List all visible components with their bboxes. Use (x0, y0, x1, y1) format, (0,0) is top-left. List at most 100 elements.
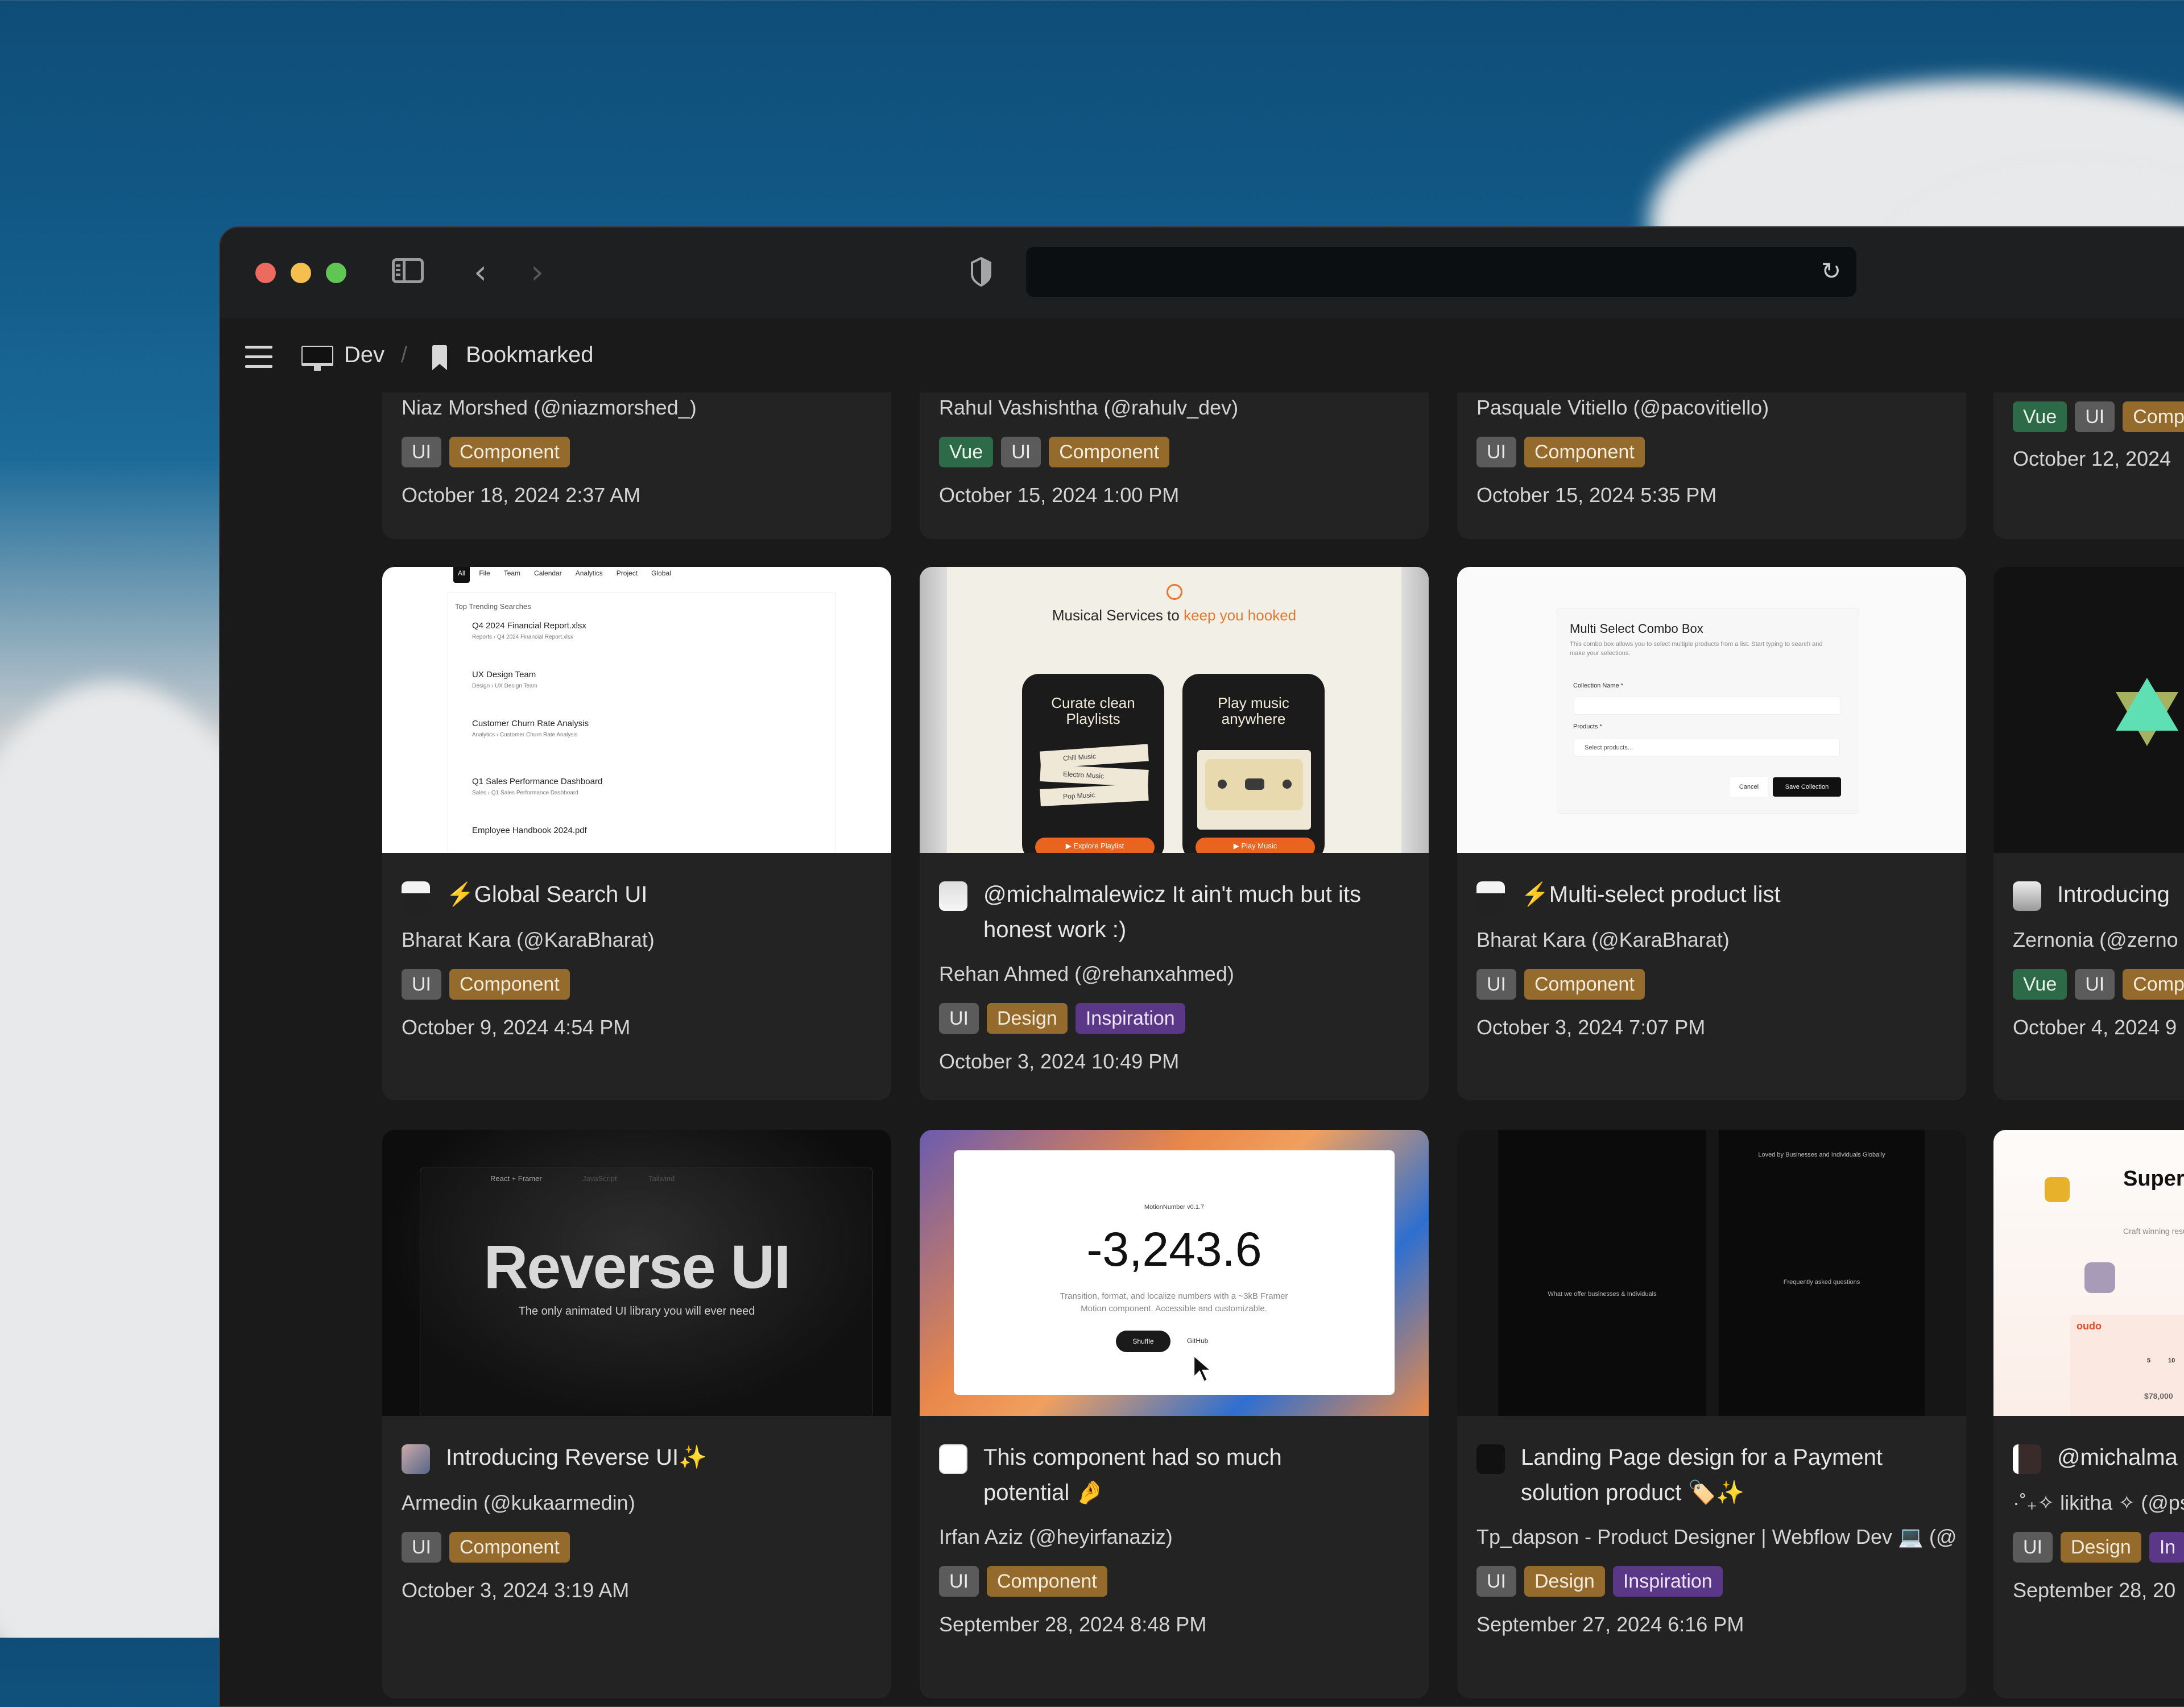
bookmark-card[interactable]: Introducing Zernonia (@zerno Vue UI Comp… (1993, 567, 2184, 1100)
tag-component[interactable]: Component (449, 437, 570, 467)
tag-ui[interactable]: UI (402, 969, 441, 1000)
tag-component[interactable]: Component (449, 969, 570, 1000)
tag-component[interactable]: Component (2123, 969, 2184, 1000)
tag-component[interactable]: Component (1524, 437, 1645, 467)
tag-vue[interactable]: Vue (939, 437, 994, 467)
thumb-item: Customer Churn Rate Analysis (472, 719, 589, 728)
author-avatar (402, 881, 430, 911)
thumb-description: This combo box allows you to select mult… (1570, 641, 1823, 657)
bookmark-card[interactable]: Vue UI Component October 12, 2024 (1993, 392, 2184, 539)
thumb-heading: Multi Select Combo Box (1570, 622, 1703, 636)
star-graphic (2116, 678, 2178, 746)
bookmark-card[interactable]: Multi Select Combo Box This combo box al… (1457, 567, 1966, 1100)
card-date: September 28, 2024 8:48 PM (939, 1613, 1207, 1636)
thumb-tab: JavaScript (582, 1174, 617, 1183)
author-avatar (1476, 881, 1505, 911)
author-avatar (2013, 1444, 2041, 1474)
breadcrumb-dev[interactable]: Dev (344, 342, 384, 368)
bookmark-card[interactable]: Niaz Morshed (@niazmorshed_) UI Componen… (382, 392, 891, 539)
tag-inspiration[interactable]: In (2149, 1532, 2184, 1563)
thumb-heading: Top Trending Searches (455, 602, 531, 611)
tag-vue[interactable]: Vue (2013, 401, 2067, 432)
thumb-number: -3,243.6 (1086, 1223, 1262, 1276)
card-title[interactable]: Introducing (2057, 877, 2170, 912)
address-bar[interactable]: ↻ (1026, 247, 1856, 297)
bookmark-card[interactable]: All File Team Calendar Analytics Project… (382, 567, 891, 1100)
card-date: October 9, 2024 4:54 PM (402, 1016, 631, 1039)
tag-ui[interactable]: UI (1476, 1566, 1516, 1597)
card-date: October 3, 2024 3:19 AM (402, 1578, 630, 1602)
sidebar-toggle-icon[interactable] (392, 258, 424, 283)
card-thumbnail (1993, 567, 2184, 853)
card-author: Rahul Vashishtha (@rahulv_dev) (939, 396, 1239, 419)
privacy-shield-icon[interactable] (970, 257, 992, 287)
tag-component[interactable]: Component (2123, 401, 2184, 432)
tag-ui[interactable]: UI (2013, 1532, 2053, 1563)
bookmark-card[interactable]: React + Framer JavaScript Tailwind Rever… (382, 1130, 891, 1698)
close-window-button[interactable] (255, 263, 276, 283)
bookmark-card[interactable]: Musical Services to keep you hooked Cura… (920, 567, 1429, 1100)
tag-ui[interactable]: UI (2075, 969, 2115, 1000)
card-title[interactable]: @michalmalewicz It ain't much but its ho… (983, 877, 1416, 947)
author-avatar (2013, 881, 2041, 911)
tag-vue[interactable]: Vue (2013, 969, 2067, 1000)
thumb-tab: React + Framer (490, 1174, 542, 1183)
bookmark-card[interactable]: MotionNumber v0.1.7 -3,243.6 Transition,… (920, 1130, 1429, 1698)
thumb-description: Transition, format, and localize numbers… (1060, 1291, 1288, 1314)
play-music-button: ▶ Play Music (1196, 838, 1315, 853)
card-date: October 3, 2024 7:07 PM (1476, 1016, 1706, 1039)
tag-component[interactable]: Component (987, 1566, 1107, 1597)
card-title[interactable]: Landing Page design for a Payment soluti… (1521, 1440, 1955, 1510)
card-date: September 27, 2024 6:16 PM (1476, 1613, 1744, 1636)
card-date: October 15, 2024 5:35 PM (1476, 483, 1717, 507)
tag-ui[interactable]: UI (1476, 969, 1516, 1000)
tag-design[interactable]: Design (2061, 1532, 2141, 1563)
tag-design[interactable]: Design (987, 1003, 1068, 1034)
bookmark-card[interactable]: Pasquale Vitiello (@pacovitiello) UI Com… (1457, 392, 1966, 539)
tag-component[interactable]: Component (1049, 437, 1170, 467)
thumb-label: Collection Name * (1573, 682, 1624, 689)
card-thumbnail: All File Team Calendar Analytics Project… (382, 567, 891, 853)
card-author: Bharat Kara (@KaraBharat) (1476, 928, 1730, 951)
forward-button[interactable]: › (531, 255, 544, 289)
card-thumbnail: Multi Select Combo Box This combo box al… (1457, 567, 1966, 853)
tag-ui[interactable]: UI (1001, 437, 1041, 467)
bookmark-card[interactable]: Rahul Vashishtha (@rahulv_dev) Vue UI Co… (920, 392, 1429, 539)
card-title[interactable]: Introducing Reverse UI✨ (446, 1440, 707, 1475)
reload-icon[interactable]: ↻ (1821, 258, 1844, 284)
tag-component[interactable]: Component (1524, 969, 1645, 1000)
tag-component[interactable]: Component (449, 1532, 570, 1563)
tag-ui[interactable]: UI (1476, 437, 1516, 467)
back-button[interactable]: ‹ (474, 255, 487, 289)
tag-ui[interactable]: UI (402, 1532, 441, 1563)
card-author: Pasquale Vitiello (@pacovitiello) (1476, 396, 1769, 419)
card-title[interactable]: @michalma (2057, 1440, 2178, 1475)
tag-design[interactable]: Design (1524, 1566, 1605, 1597)
thumb-subline: Craft winning resu (2123, 1227, 2184, 1236)
card-author: ·˚₊✧ likitha ✧ (@ps (2013, 1491, 2184, 1514)
tag-ui[interactable]: UI (2075, 401, 2115, 432)
tag-ui[interactable]: UI (402, 437, 441, 467)
bookmark-icon (432, 345, 447, 370)
card-title[interactable]: ⚡Multi-select product list (1521, 877, 1781, 912)
breadcrumb-bookmarked[interactable]: Bookmarked (466, 342, 594, 368)
card-title[interactable]: ⚡Global Search UI (446, 877, 647, 912)
card-author: Niaz Morshed (@niazmorshed_) (402, 396, 697, 419)
thumb-select: Select products... (1574, 739, 1840, 757)
card-title[interactable]: This component had so much potential 🤌 (983, 1440, 1347, 1510)
tag-inspiration[interactable]: Inspiration (1075, 1003, 1185, 1034)
title-bar: ‹ › ↻ (220, 227, 2184, 318)
bookmark-card[interactable]: What we offer businesses & Individuals L… (1457, 1130, 1966, 1698)
thumb-stat: 5 (2147, 1357, 2151, 1364)
card-thumbnail: React + Framer JavaScript Tailwind Rever… (382, 1130, 891, 1416)
thumb-cancel-button: Cancel (1730, 777, 1768, 797)
zoom-window-button[interactable] (326, 263, 346, 283)
minimize-window-button[interactable] (291, 263, 311, 283)
tag-inspiration[interactable]: Inspiration (1612, 1566, 1723, 1597)
menu-icon[interactable] (245, 346, 272, 368)
bookmark-card[interactable]: Superc Craft winning resu oudo 5 10 $78,… (1993, 1130, 2184, 1698)
tag-ui[interactable]: UI (939, 1566, 979, 1597)
thumb-panel-title: Curate clean Playlists (1051, 694, 1135, 727)
tag-ui[interactable]: UI (939, 1003, 979, 1034)
thumb-save-button: Save Collection (1773, 777, 1841, 797)
